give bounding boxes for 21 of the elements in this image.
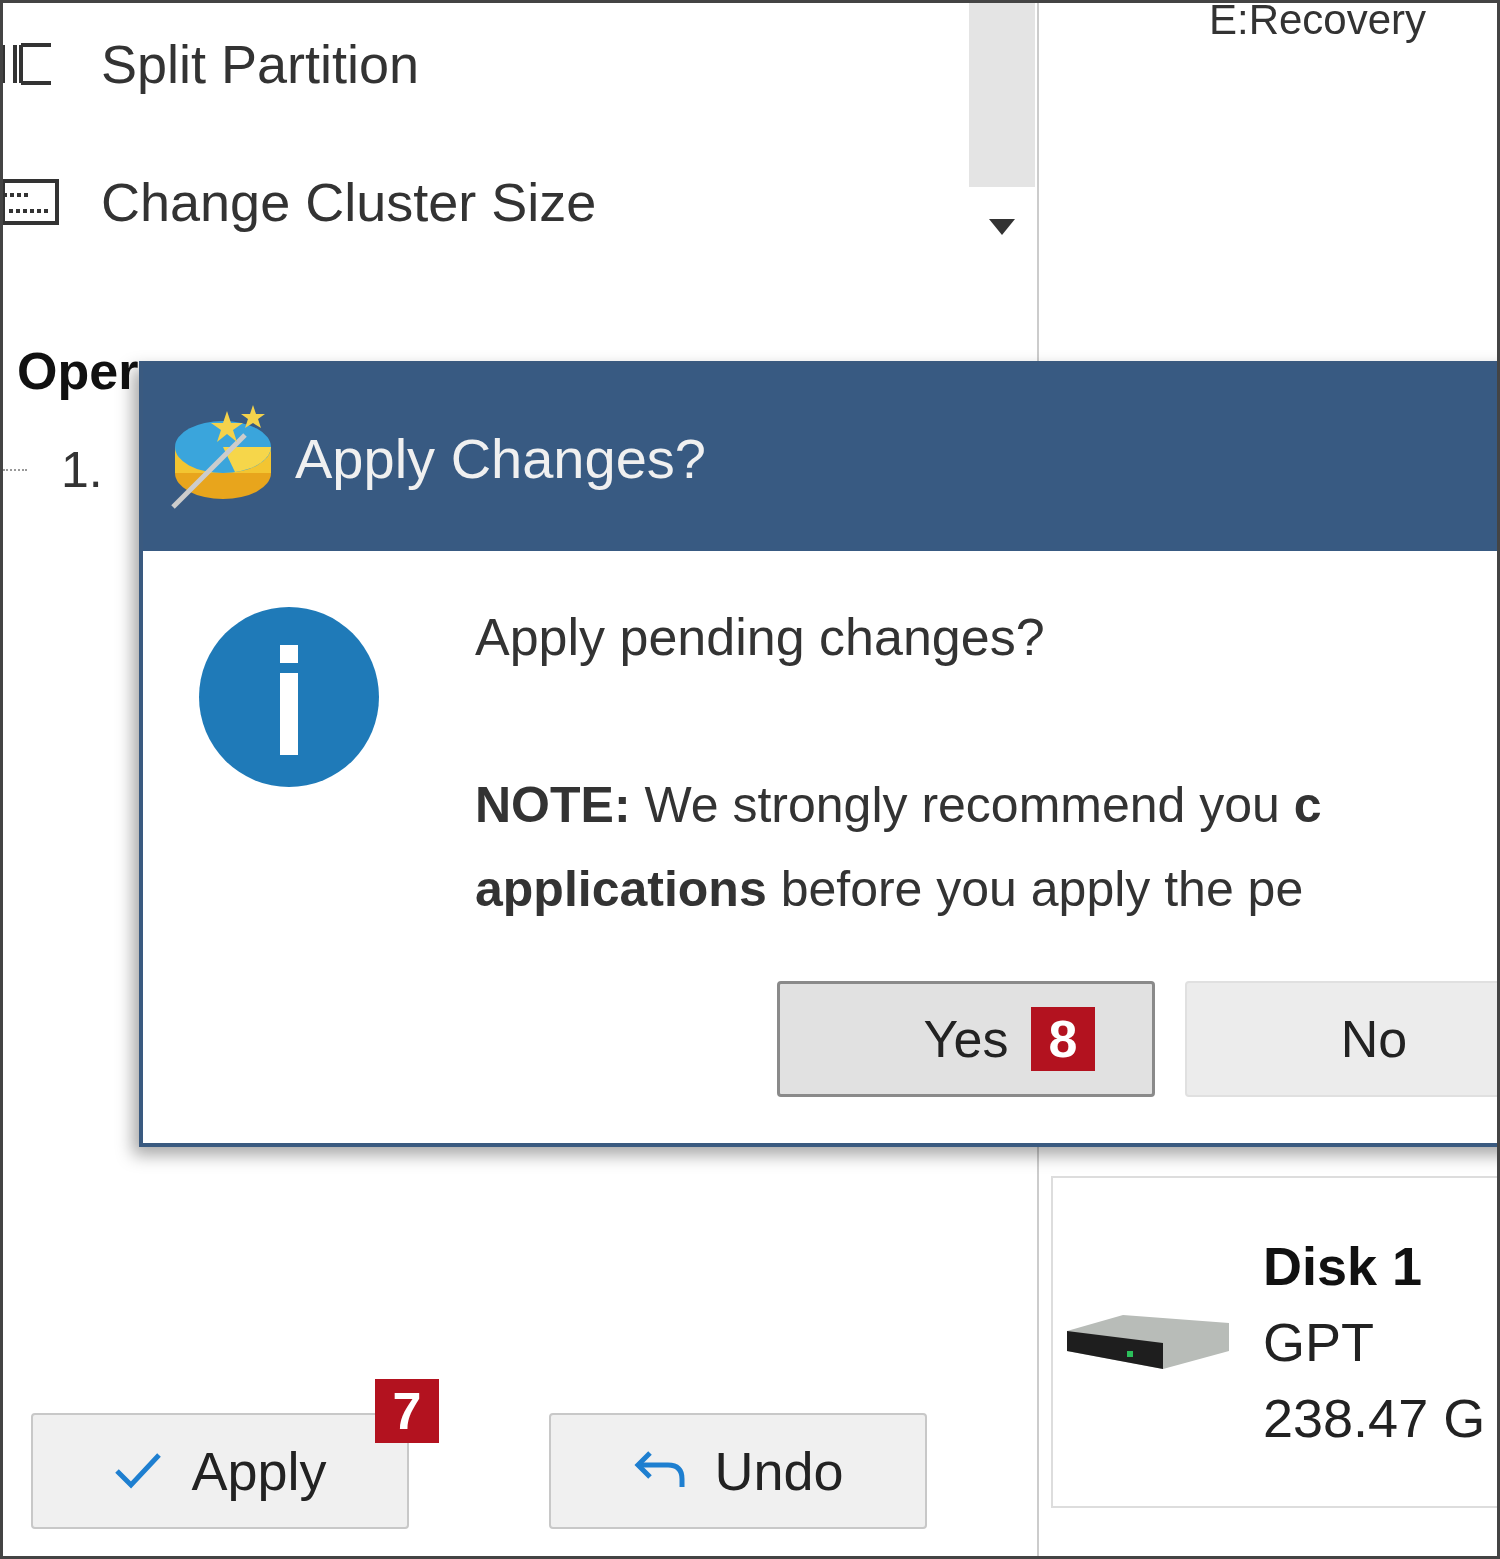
disk-card[interactable]: Disk 1 GPT 238.47 G bbox=[1051, 1176, 1497, 1508]
partition-label: E:Recovery bbox=[1209, 3, 1427, 41]
menu-item[interactable]: Split Partition bbox=[3, 3, 1037, 133]
scrollbar-thumb[interactable] bbox=[969, 3, 1035, 187]
dialog-message: Apply pending changes? bbox=[475, 607, 1046, 667]
menu-item[interactable]: Change Cluster Size bbox=[3, 133, 1037, 271]
partition-style: GPT bbox=[1263, 1311, 1375, 1373]
cluster-icon bbox=[3, 177, 61, 227]
dialog-note: NOTE: We strongly recommend you c applications before you apply the pe bbox=[475, 776, 1323, 919]
operation-item[interactable]: 1. bbox=[61, 441, 103, 499]
step-badge: 8 bbox=[1031, 1007, 1095, 1071]
disk-size: 238.47 G bbox=[1263, 1387, 1486, 1449]
disk-name: Disk 1 bbox=[1263, 1235, 1424, 1297]
dialog-button[interactable]: No bbox=[1185, 981, 1497, 1097]
dialog-title: Apply Changes? bbox=[295, 425, 706, 491]
scroll-down-icon[interactable] bbox=[987, 217, 1017, 237]
checkmark-icon bbox=[113, 1451, 164, 1491]
undo-button[interactable]: Undo bbox=[549, 1413, 927, 1529]
info-icon bbox=[199, 607, 379, 787]
section-title: Oper bbox=[17, 341, 140, 401]
step-badge: 7 bbox=[375, 1379, 439, 1443]
